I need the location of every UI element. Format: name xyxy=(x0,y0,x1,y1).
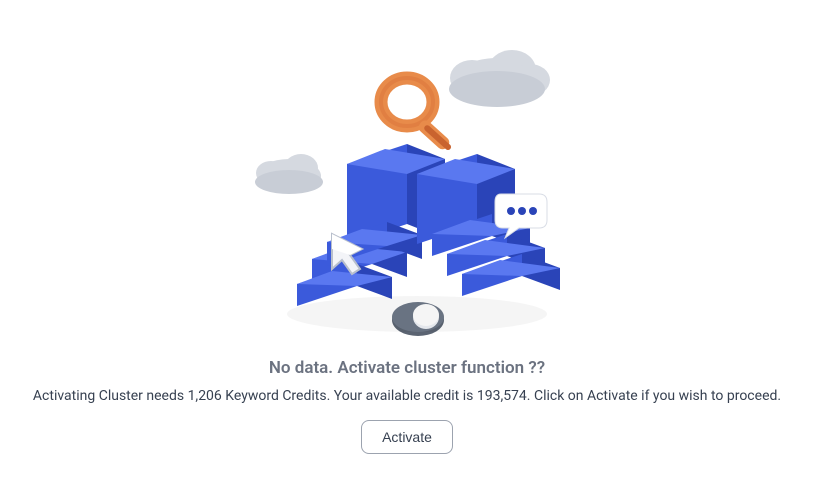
cloud-icon xyxy=(255,154,323,194)
empty-state-illustration xyxy=(227,24,587,344)
empty-state-description: Activating Cluster needs 1,206 Keyword C… xyxy=(33,388,781,404)
magnifier-icon xyxy=(381,78,452,152)
cloud-icon xyxy=(449,50,550,107)
activate-button[interactable]: Activate xyxy=(361,420,453,454)
empty-state-heading: No data. Activate cluster function ?? xyxy=(269,358,545,378)
